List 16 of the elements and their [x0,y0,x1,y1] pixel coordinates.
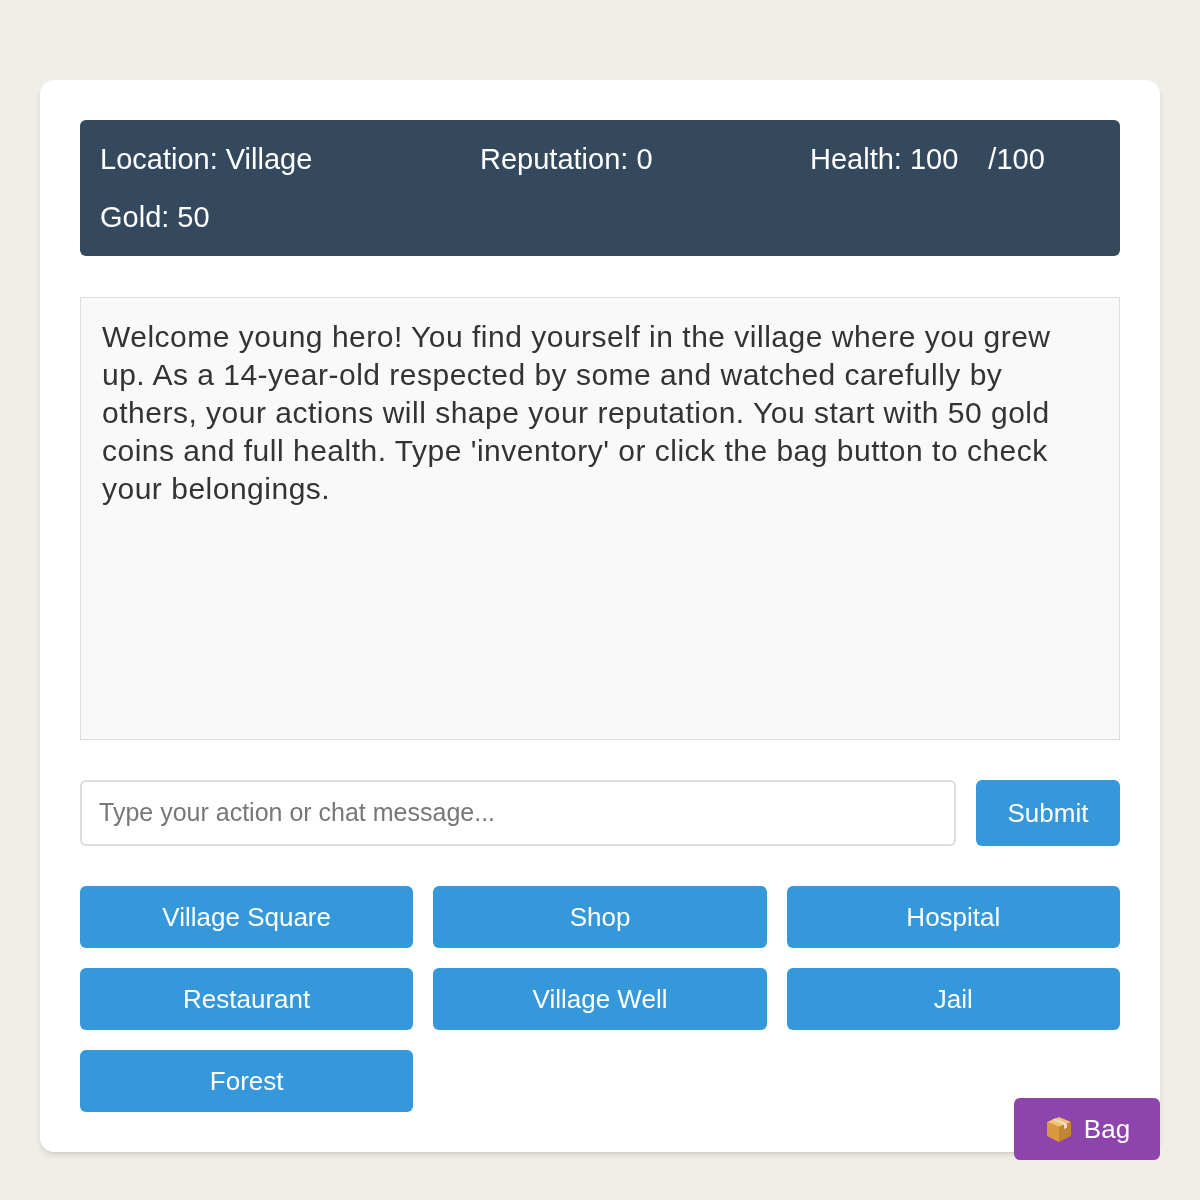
location-button[interactable]: Village Square [80,886,414,948]
location-button[interactable]: Shop [433,886,767,948]
location-button[interactable]: Jail [786,968,1120,1030]
location-button[interactable]: Restaurant [80,968,414,1030]
story-text: Welcome young hero! You find yourself in the village where you grew up. As a 14-year-old respected by some and watched carefully by others, your actions will shape your reputation. You start with 50 gold coins and full health. Type 'inventory' or click the bag button to check your belongings. [102,319,1052,507]
location-button[interactable]: Forest [80,1050,414,1112]
reputation-text: Reputation: 0 [480,142,653,177]
health-max-text: /100 [988,142,1045,177]
bag-button[interactable]: Bag [1014,1098,1160,1160]
action-input-field[interactable]: Type your action or chat message... [80,780,956,846]
health-text: Health: 100 [810,142,959,177]
money-text: Gold: 50 [100,200,210,235]
location-button[interactable]: Hospital [786,886,1120,948]
submit-button[interactable]: Submit [976,780,1120,846]
location-text: Location: Village [100,142,313,177]
location-button[interactable]: Village Well [433,968,767,1030]
